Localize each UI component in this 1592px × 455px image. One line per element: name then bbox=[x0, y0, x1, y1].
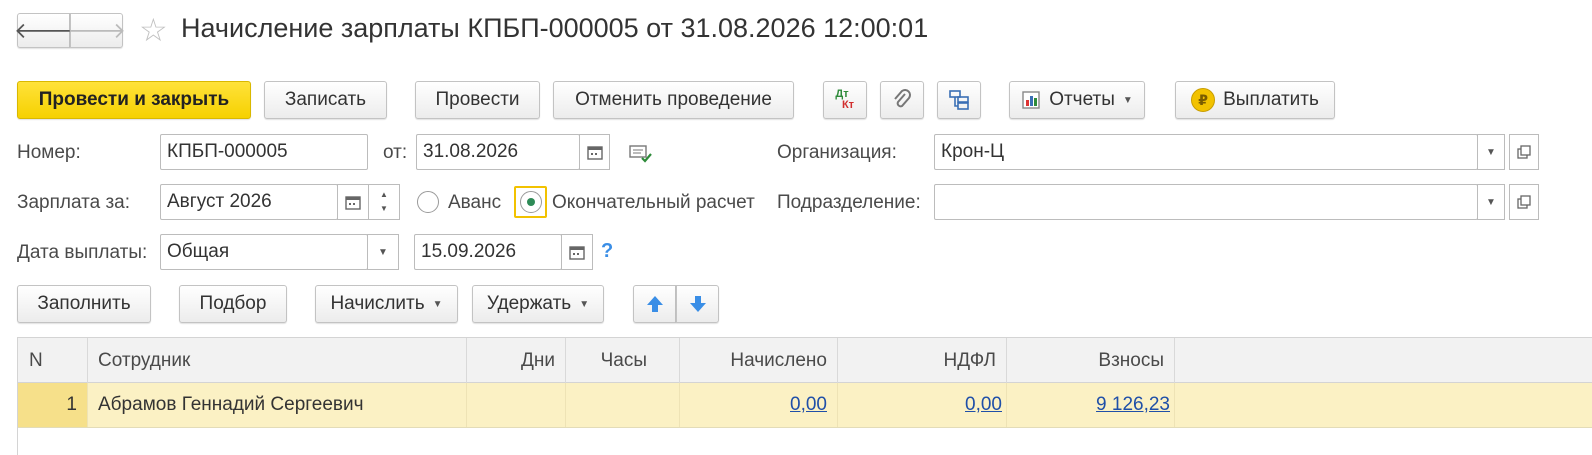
arrow-left-icon: 🡐 bbox=[14, 17, 73, 43]
save-button[interactable]: Записать bbox=[264, 81, 387, 119]
period-calendar-button[interactable] bbox=[337, 184, 369, 220]
chevron-down-icon: ▼ bbox=[1486, 196, 1496, 208]
table-left-border bbox=[17, 337, 18, 455]
number-label: Номер: bbox=[17, 142, 81, 163]
chevron-down-icon: ▼ bbox=[579, 298, 590, 310]
final-settlement-radio[interactable] bbox=[520, 191, 542, 213]
withhold-label: Удержать bbox=[486, 293, 572, 314]
date-label: от: bbox=[383, 142, 408, 163]
ruble-coin-icon: ₽ bbox=[1191, 88, 1216, 112]
organization-field[interactable]: Крон-Ц bbox=[934, 134, 1478, 170]
column-header-employee[interactable]: Сотрудник bbox=[88, 338, 467, 383]
date-calendar-button[interactable] bbox=[579, 134, 610, 170]
move-down-button[interactable] bbox=[676, 285, 719, 323]
organization-label: Организация: bbox=[777, 142, 897, 163]
column-header-ndfl[interactable]: НДФЛ bbox=[838, 338, 1007, 383]
cell-ndfl: 0,00 bbox=[838, 383, 1007, 427]
pay-date-field[interactable]: 15.09.2026 bbox=[414, 234, 562, 270]
unpost-button[interactable]: Отменить проведение bbox=[553, 81, 794, 119]
reports-button[interactable]: Отчеты ▼ bbox=[1009, 81, 1145, 119]
advance-radio[interactable] bbox=[417, 191, 439, 213]
accrued-link[interactable]: 0,00 bbox=[790, 394, 827, 416]
chevron-down-icon: ▼ bbox=[1122, 94, 1133, 106]
back-button[interactable]: 🡐 bbox=[14, 13, 73, 48]
date-field[interactable]: 31.08.2026 bbox=[416, 134, 580, 170]
pay-label: Выплатить bbox=[1223, 89, 1319, 110]
structure-icon bbox=[949, 90, 969, 110]
chevron-down-icon: ▼ bbox=[378, 246, 388, 258]
organization-open-button[interactable] bbox=[1509, 134, 1539, 170]
period-stepper[interactable]: ▲ ▼ bbox=[368, 184, 400, 220]
forward-button[interactable]: 🡒 bbox=[67, 13, 126, 48]
salary-period-field[interactable]: Август 2026 bbox=[160, 184, 338, 220]
advance-label[interactable]: Аванс bbox=[448, 192, 501, 214]
arrow-right-icon: 🡒 bbox=[67, 17, 126, 43]
favorite-star-icon[interactable]: ☆ bbox=[139, 11, 168, 49]
attachment-button[interactable] bbox=[880, 81, 924, 119]
cell-hours[interactable] bbox=[566, 383, 680, 427]
table-row[interactable]: 1 Абрамов Геннадий Сергеевич 0,00 0,00 9… bbox=[17, 383, 1592, 428]
calendar-icon bbox=[586, 146, 603, 160]
column-header-n[interactable]: N bbox=[17, 338, 88, 383]
department-label: Подразделение: bbox=[777, 192, 921, 213]
column-header-contributions[interactable]: Взносы bbox=[1007, 338, 1175, 383]
paperclip-icon bbox=[894, 89, 911, 108]
dt-kt-icon-bottom: Кт bbox=[841, 99, 855, 111]
cell-days[interactable] bbox=[467, 383, 566, 427]
chevron-down-icon: ▼ bbox=[1486, 146, 1496, 158]
comment-icon[interactable] bbox=[629, 144, 653, 169]
ndfl-link[interactable]: 0,00 bbox=[965, 394, 1002, 416]
calendar-icon bbox=[569, 246, 585, 260]
column-header-hours[interactable]: Часы bbox=[566, 338, 680, 383]
department-field[interactable] bbox=[934, 184, 1478, 220]
table-header: N Сотрудник Дни Часы Начислено НДФЛ Взно… bbox=[17, 337, 1592, 383]
calendar-icon bbox=[345, 196, 361, 210]
accrue-button[interactable]: Начислить ▼ bbox=[315, 285, 458, 323]
open-form-icon bbox=[1517, 195, 1531, 209]
post-and-close-button[interactable]: Провести и закрыть bbox=[17, 81, 251, 119]
pay-button[interactable]: ₽ Выплатить bbox=[1175, 81, 1335, 119]
cell-employee[interactable]: Абрамов Геннадий Сергеевич bbox=[88, 383, 467, 427]
contributions-link[interactable]: 9 126,23 bbox=[1096, 394, 1170, 416]
stepper-up-icon[interactable]: ▲ bbox=[380, 188, 388, 202]
chevron-down-icon: ▼ bbox=[432, 298, 443, 310]
report-icon bbox=[1022, 91, 1040, 109]
structure-button[interactable] bbox=[937, 81, 981, 119]
final-settlement-label[interactable]: Окончательный расчет bbox=[552, 192, 755, 214]
cell-n: 1 bbox=[17, 383, 88, 427]
arrow-down-icon bbox=[689, 296, 706, 312]
help-icon[interactable]: ? bbox=[601, 240, 613, 263]
pay-date-type-field[interactable]: Общая bbox=[160, 234, 368, 270]
reports-label: Отчеты bbox=[1049, 89, 1115, 110]
salary-for-label: Зарплата за: bbox=[17, 192, 131, 213]
column-header-days[interactable]: Дни bbox=[467, 338, 566, 383]
number-field[interactable]: КПБП-000005 bbox=[160, 134, 368, 170]
move-up-button[interactable] bbox=[633, 285, 676, 323]
withhold-button[interactable]: Удержать ▼ bbox=[472, 285, 604, 323]
page-title: Начисление зарплаты КПБП-000005 от 31.08… bbox=[181, 13, 929, 43]
fill-button[interactable]: Заполнить bbox=[17, 285, 151, 323]
department-dropdown-button[interactable]: ▼ bbox=[1477, 184, 1505, 220]
radio-selected-dot bbox=[527, 198, 535, 206]
pay-date-calendar-button[interactable] bbox=[561, 234, 593, 270]
department-open-button[interactable] bbox=[1509, 184, 1539, 220]
arrow-up-icon bbox=[646, 296, 663, 312]
accrue-label: Начислить bbox=[330, 293, 425, 314]
pay-date-label: Дата выплаты: bbox=[17, 242, 148, 263]
cell-accrued: 0,00 bbox=[680, 383, 838, 427]
organization-dropdown-button[interactable]: ▼ bbox=[1477, 134, 1505, 170]
stepper-down-icon[interactable]: ▼ bbox=[380, 202, 388, 216]
post-button[interactable]: Провести bbox=[415, 81, 540, 119]
cell-contributions: 9 126,23 bbox=[1007, 383, 1175, 427]
pay-date-type-dropdown-button[interactable]: ▼ bbox=[367, 234, 399, 270]
open-form-icon bbox=[1517, 145, 1531, 159]
select-button[interactable]: Подбор bbox=[179, 285, 287, 323]
column-header-accrued[interactable]: Начислено bbox=[680, 338, 838, 383]
dt-kt-button[interactable]: Дт Кт bbox=[823, 81, 867, 119]
